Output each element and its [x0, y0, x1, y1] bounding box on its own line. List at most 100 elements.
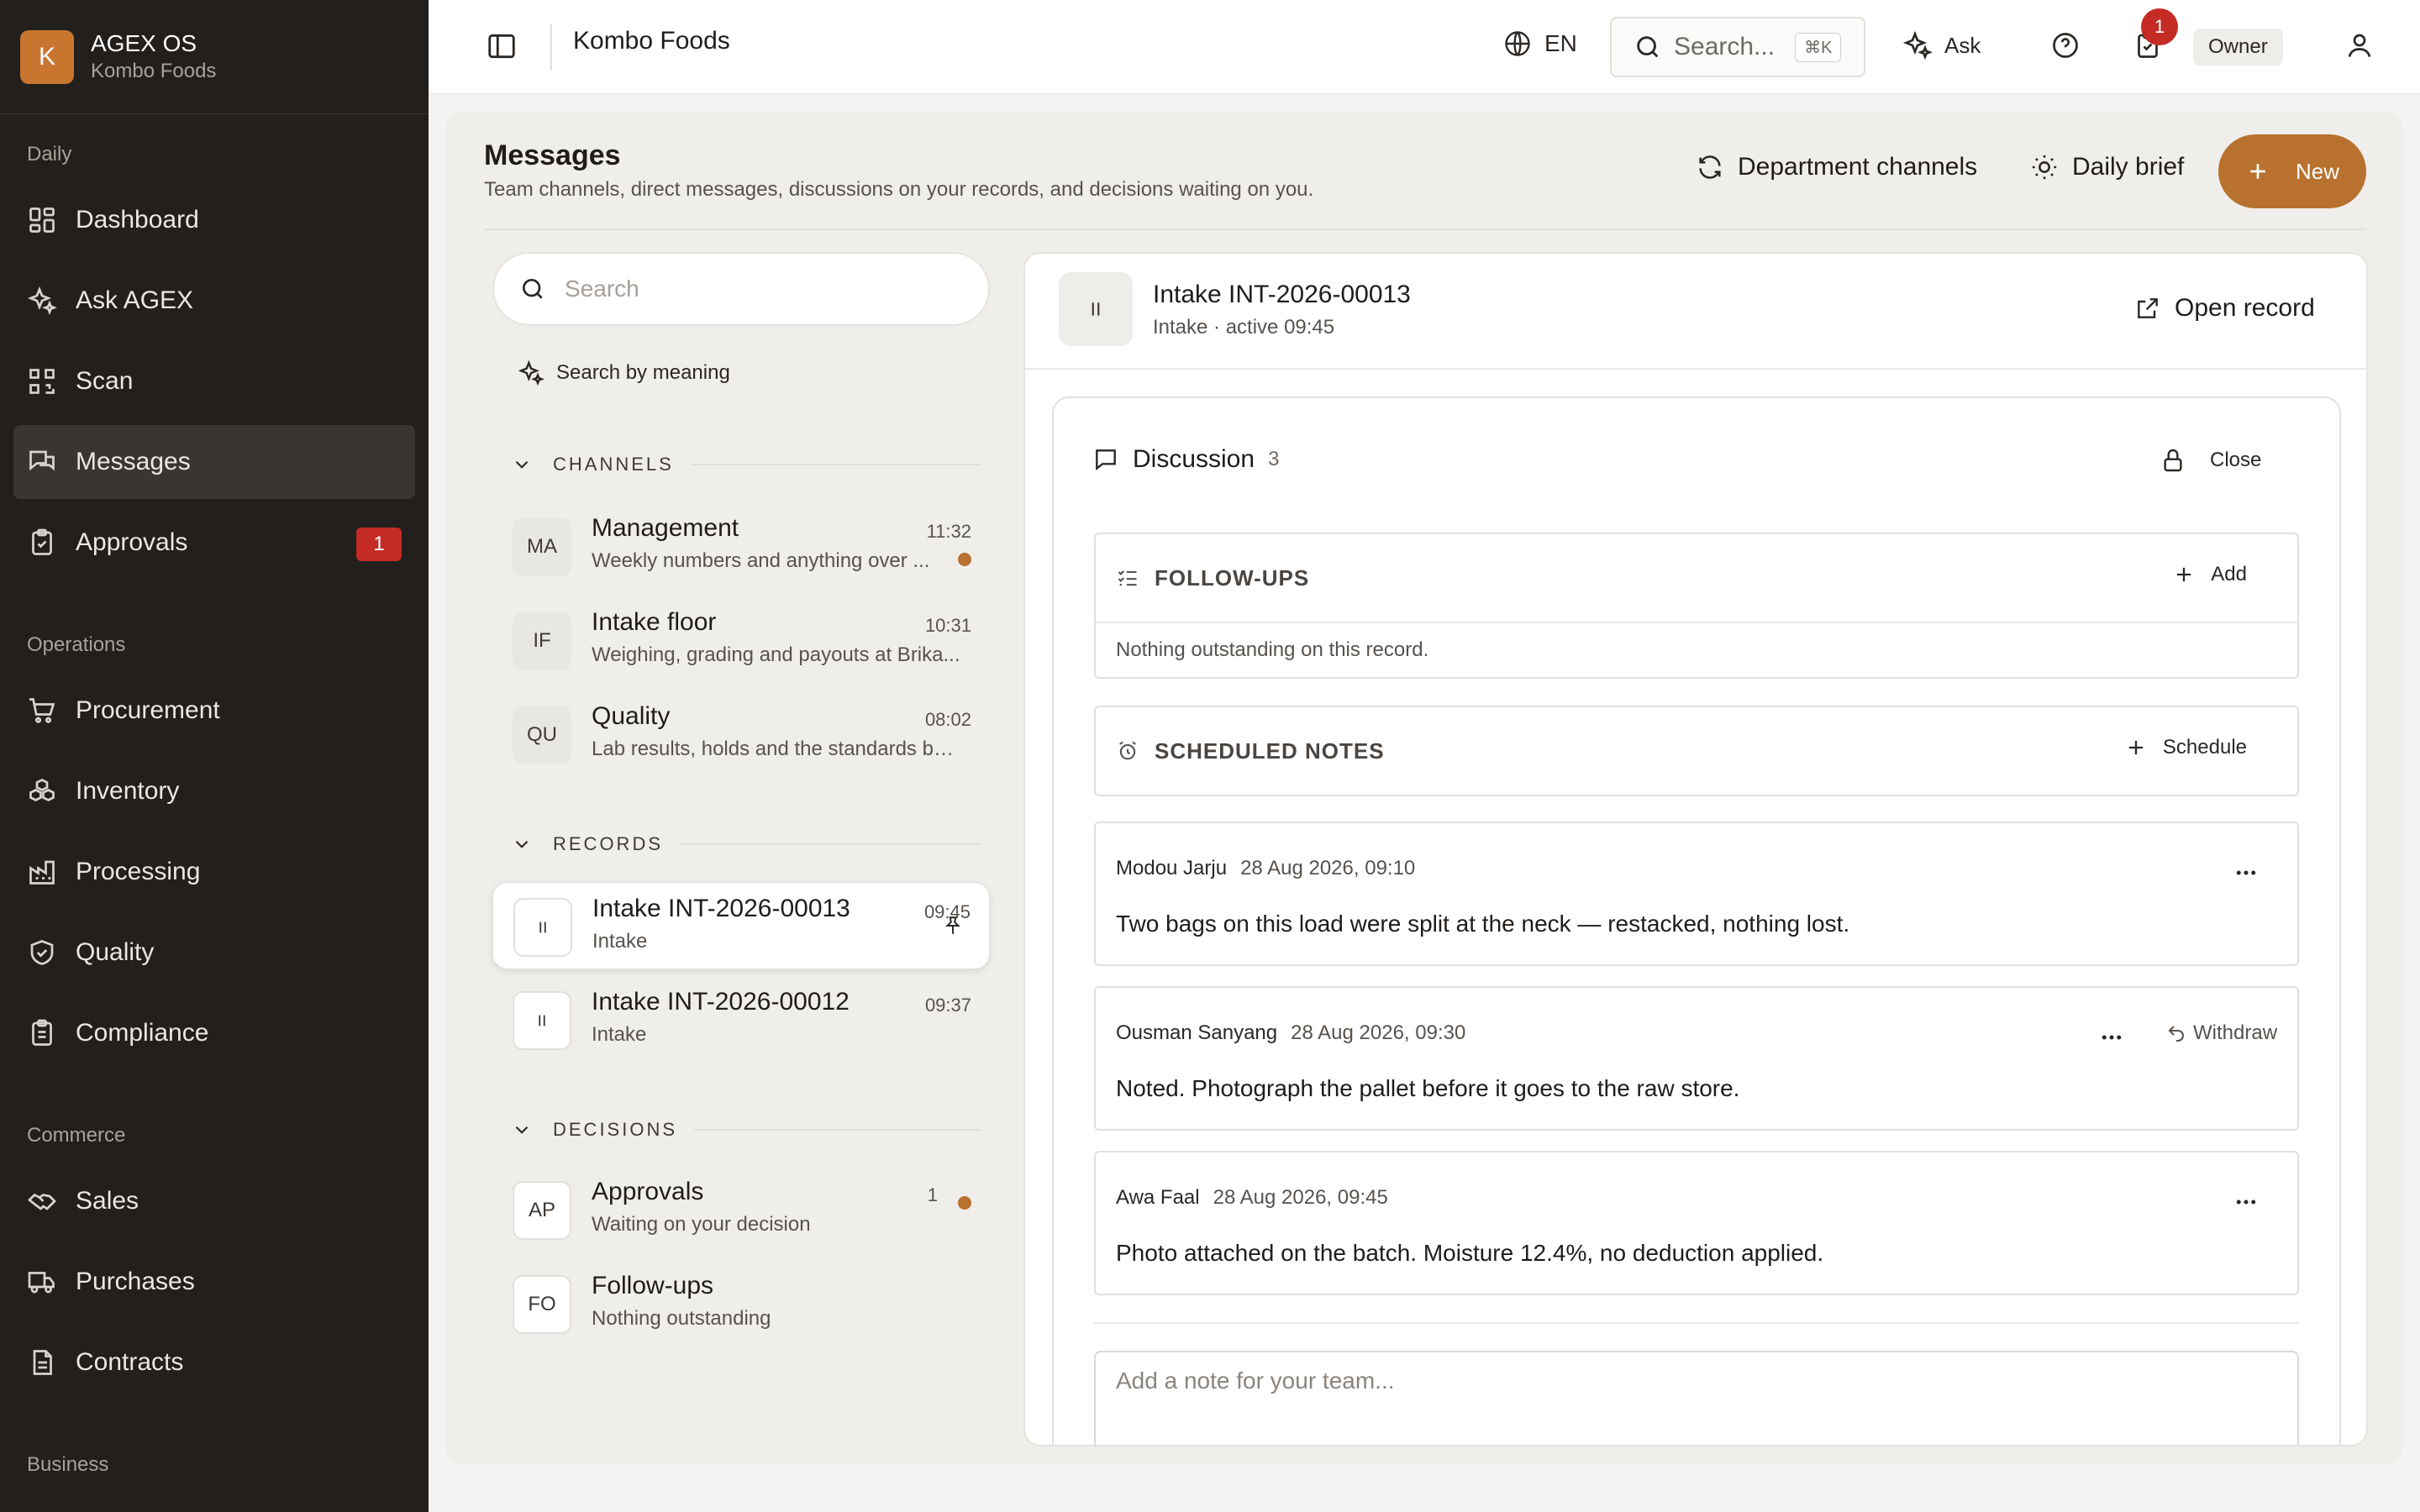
- role-badge[interactable]: Owner: [2193, 29, 2283, 66]
- add-follow-up-button[interactable]: Add: [2172, 563, 2247, 586]
- user-menu-button[interactable]: [2344, 30, 2375, 60]
- sidebar-item-inventory[interactable]: Inventory: [13, 754, 415, 828]
- add-label: Add: [2211, 563, 2247, 585]
- pin-icon[interactable]: [942, 915, 964, 937]
- sidebar-item-procurement[interactable]: Procurement: [13, 674, 415, 748]
- sidebar-item-messages[interactable]: Messages: [13, 425, 415, 499]
- discussion-message: Awa Faal 28 Aug 2026, 09:45 Photo attach…: [1094, 1151, 2299, 1295]
- discussion-message: Modou Jarju 28 Aug 2026, 09:10 Two bags …: [1094, 822, 2299, 966]
- sidebar-item-label: Messages: [76, 448, 191, 475]
- undo-icon: [2168, 1026, 2184, 1042]
- records-section-header[interactable]: RECORDS: [511, 833, 981, 855]
- nav-group-daily: Daily: [27, 143, 72, 165]
- message-date: 28 Aug 2026, 09:45: [1213, 1186, 1388, 1209]
- channel-row-intake-floor[interactable]: IF Intake floor 10:31 Weighing, grading …: [492, 596, 990, 684]
- open-record-button[interactable]: Open record: [2134, 294, 2315, 323]
- follow-ups-title: FOLLOW-UPS: [1155, 564, 1310, 591]
- pause-icon: [513, 991, 571, 1050]
- global-search[interactable]: Search... ⌘K: [1610, 17, 1865, 77]
- sidebar-item-label: Purchases: [76, 1268, 195, 1295]
- decision-row-follow-ups[interactable]: FO Follow-ups Nothing outstanding: [492, 1260, 990, 1347]
- brand-name: AGEX OS: [91, 29, 197, 56]
- sidebar-item-scan[interactable]: Scan: [13, 344, 415, 418]
- sparkles-icon: [518, 360, 544, 386]
- channel-title: Quality: [592, 702, 671, 730]
- sidebar-item-dashboard[interactable]: Dashboard: [13, 183, 415, 257]
- header-divider: [484, 228, 2366, 230]
- unread-dot: [958, 553, 971, 566]
- record-row-int-2026-00012[interactable]: Intake INT-2026-00012 09:37 Intake: [492, 976, 990, 1063]
- plus-icon: [2250, 164, 2265, 179]
- chevron-down-icon: [515, 460, 529, 469]
- channel-preview: Weighing, grading and payouts at Brika..…: [592, 643, 960, 666]
- close-discussion-button[interactable]: Close: [2160, 447, 2261, 474]
- toggle-sidebar-button[interactable]: [486, 30, 518, 62]
- sidebar-item-processing[interactable]: Processing: [13, 835, 415, 909]
- withdraw-button[interactable]: Withdraw: [2166, 1021, 2277, 1045]
- sidebar-item-sales[interactable]: Sales: [13, 1164, 415, 1238]
- sidebar-item-purchases[interactable]: Purchases: [13, 1245, 415, 1319]
- sparkles-icon: [27, 286, 57, 316]
- sidebar-item-quality[interactable]: Quality: [13, 916, 415, 990]
- language-switcher[interactable]: EN: [1502, 29, 1577, 59]
- sidebar-item-contracts[interactable]: Contracts: [13, 1326, 415, 1399]
- qr-scan-icon: [29, 369, 55, 394]
- new-message-button[interactable]: New: [2218, 134, 2366, 208]
- document-icon: [33, 1350, 52, 1375]
- note-composer-input[interactable]: Add a note for your team...: [1094, 1351, 2299, 1445]
- detail-title: Intake INT-2026-00013: [1153, 281, 1411, 308]
- channel-preview: Weekly numbers and anything over ...: [592, 549, 930, 572]
- external-link-icon: [2138, 298, 2158, 318]
- message-author: Awa Faal: [1116, 1186, 1200, 1209]
- chevron-down-icon: [515, 1126, 529, 1134]
- record-time: 09:37: [924, 995, 971, 1016]
- more-options-icon[interactable]: [2233, 860, 2259, 885]
- channel-title: Management: [592, 514, 739, 542]
- sidebar-toggle-icon: [488, 34, 515, 59]
- more-options-icon[interactable]: [2099, 1025, 2124, 1050]
- conversation-search-input[interactable]: Search: [492, 252, 990, 326]
- page-title: Messages: [484, 139, 621, 171]
- message-body: Noted. Photograph the pallet before it g…: [1116, 1075, 1740, 1101]
- shield-check-icon: [30, 940, 54, 965]
- user-icon: [2348, 34, 2371, 57]
- sidebar-item-compliance[interactable]: Compliance: [13, 996, 415, 1070]
- sidebar-item-label: Ask AGEX: [76, 286, 194, 314]
- record-row-int-2026-00013[interactable]: Intake INT-2026-00013 09:45 Intake: [492, 882, 990, 969]
- open-record-label: Open record: [2175, 294, 2315, 322]
- approvals-badge: 1: [356, 528, 402, 561]
- message-body: Photo attached on the batch. Moisture 12…: [1116, 1240, 1824, 1266]
- search-shortcut: ⌘K: [1795, 32, 1842, 62]
- brand-header[interactable]: K AGEX OS Kombo Foods: [0, 0, 429, 114]
- search-by-meaning-label: Search by meaning: [556, 361, 730, 384]
- sidebar-item-label: Quality: [76, 938, 155, 966]
- decisions-section-header[interactable]: DECISIONS: [511, 1119, 981, 1141]
- department-channels-button[interactable]: Department channels: [1696, 153, 1977, 181]
- daily-brief-button[interactable]: Daily brief: [2030, 153, 2184, 181]
- decision-row-approvals[interactable]: AP Approvals 1 Waiting on your decision: [492, 1166, 990, 1253]
- nav-group-operations: Operations: [27, 633, 126, 656]
- channel-row-quality[interactable]: QU Quality 08:02 Lab results, holds and …: [492, 690, 990, 778]
- search-by-meaning-button[interactable]: Search by meaning: [518, 360, 730, 386]
- sidebar-item-approvals[interactable]: Approvals 1: [13, 506, 415, 580]
- language-label: EN: [1544, 30, 1577, 56]
- lock-icon: [2164, 449, 2182, 472]
- message-body: Two bags on this load were split at the …: [1116, 911, 1850, 937]
- brand-org: Kombo Foods: [91, 59, 217, 82]
- list-checks-icon: [1118, 570, 1137, 586]
- more-options-icon[interactable]: [2233, 1189, 2259, 1215]
- message-date: 28 Aug 2026, 09:10: [1240, 857, 1416, 879]
- channel-row-management[interactable]: MA Management 11:32 Weekly numbers and a…: [492, 502, 990, 590]
- discussion-message: Ousman Sanyang 28 Aug 2026, 09:30 Noted.…: [1094, 986, 2299, 1131]
- schedule-note-button[interactable]: Schedule: [2124, 736, 2247, 759]
- scheduled-notes-box: SCHEDULED NOTES Schedule: [1094, 706, 2299, 796]
- refresh-icon: [1699, 155, 1721, 179]
- sidebar-item-label: Sales: [76, 1187, 139, 1215]
- help-button[interactable]: [2050, 30, 2081, 60]
- channel-time: 11:32: [926, 521, 971, 542]
- nav-group-commerce: Commerce: [27, 1124, 126, 1147]
- ask-button[interactable]: Ask: [1902, 30, 1981, 60]
- sidebar-item-ask-agex[interactable]: Ask AGEX: [13, 264, 415, 338]
- channels-section-header[interactable]: CHANNELS: [511, 454, 981, 475]
- sidebar-item-label: Procurement: [76, 696, 220, 724]
